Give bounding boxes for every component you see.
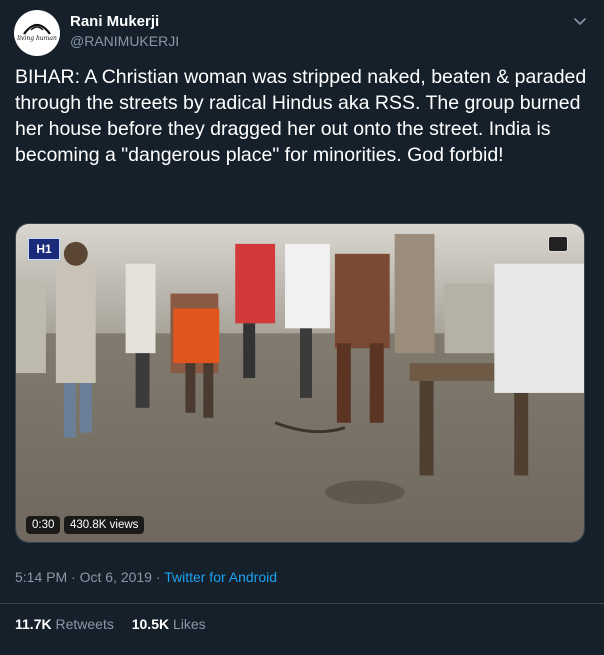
likes-stat[interactable]: 10.5K Likes xyxy=(132,616,206,632)
author-handle[interactable]: @RANIMUKERJI xyxy=(70,33,179,49)
video-views-badge: 430.8K views xyxy=(64,516,145,534)
tweet-time[interactable]: 5:14 PM xyxy=(15,569,67,585)
tweet-header: living human Rani Mukerji @RANIMUKERJI xyxy=(14,10,590,60)
tweet-text: BIHAR: A Christian woman was stripped na… xyxy=(15,66,592,166)
retweets-count: 11.7K xyxy=(15,616,52,632)
chevron-down-icon[interactable] xyxy=(570,12,590,32)
retweets-stat[interactable]: 11.7K Retweets xyxy=(15,616,114,632)
tweet-source-link[interactable]: Twitter for Android xyxy=(164,569,277,585)
author-name[interactable]: Rani Mukerji xyxy=(70,13,159,30)
likes-label: Likes xyxy=(172,616,206,632)
tweet-card: living human Rani Mukerji @RANIMUKERJI B… xyxy=(0,0,604,655)
watermark-icon xyxy=(548,236,568,252)
meta-separator: · xyxy=(67,569,80,585)
likes-count: 10.5K xyxy=(131,616,170,632)
retweets-label: Retweets xyxy=(55,616,114,632)
avatar[interactable]: living human xyxy=(14,10,60,56)
avatar-arc-icon xyxy=(23,23,51,35)
tweet-stats: 11.7K Retweets 10.5K Likes xyxy=(15,616,220,632)
video-player[interactable]: H1 0:30 430.8K views xyxy=(15,223,585,543)
tweet-meta: 5:14 PM · Oct 6, 2019 · Twitter for Andr… xyxy=(15,569,277,585)
video-thumbnail xyxy=(16,224,584,542)
tweet-date[interactable]: Oct 6, 2019 xyxy=(80,569,152,585)
video-duration-badge: 0:30 xyxy=(26,516,61,534)
divider xyxy=(0,603,604,604)
meta-separator: · xyxy=(151,569,165,585)
channel-logo: H1 xyxy=(28,238,60,260)
